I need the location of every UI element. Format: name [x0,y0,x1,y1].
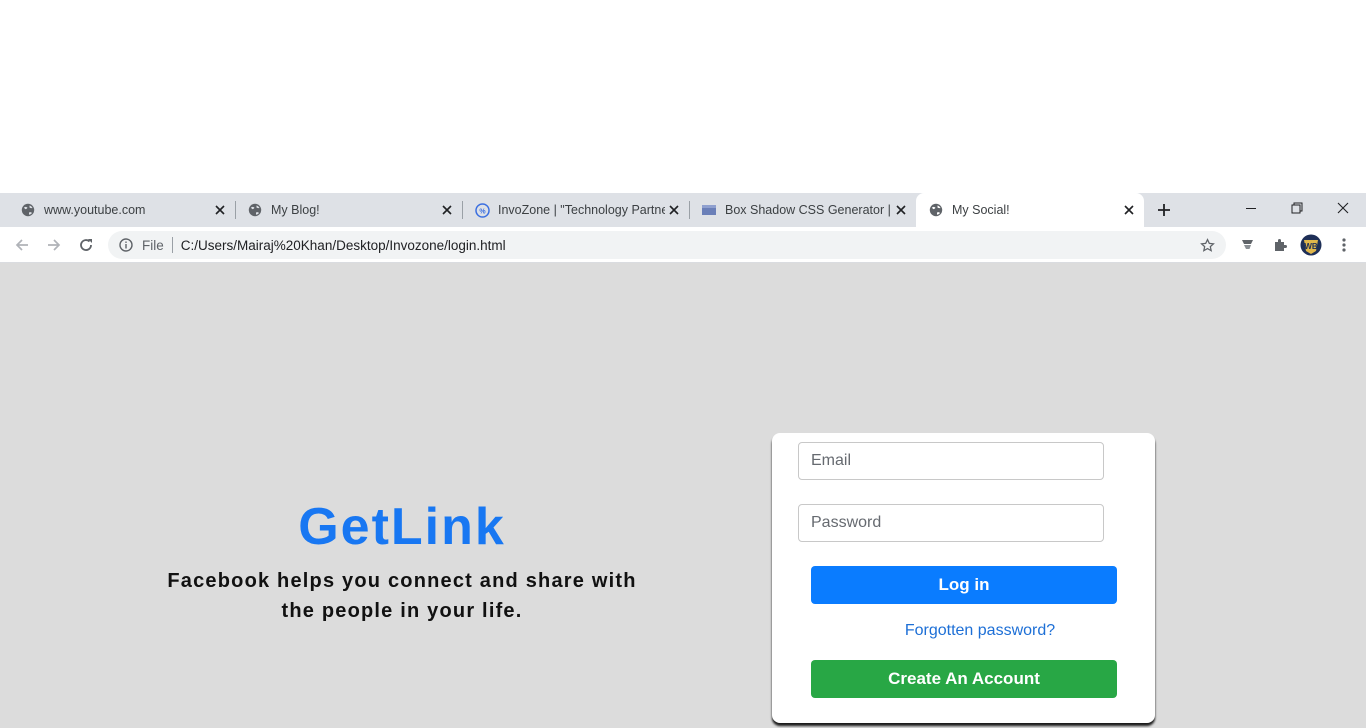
back-button[interactable] [11,234,33,256]
tab-title: My Blog! [271,203,320,217]
box-shadow-favicon-icon [701,202,717,218]
tab-title: My Social! [952,203,1010,217]
tagline: Facebook helps you connect and share wit… [167,570,637,622]
tab-invozone[interactable]: % InvoZone | "Technology Partner [454,193,689,227]
create-account-button[interactable]: Create An Account [811,660,1117,698]
url-text[interactable]: C:/Users/Mairaj%20Khan/Desktop/Invozone/… [181,238,1198,253]
forgot-password-link[interactable]: Forgotten password? [880,622,1080,640]
info-icon[interactable] [118,237,134,253]
address-divider [171,237,173,253]
forward-button[interactable] [43,234,65,256]
svg-text:WB: WB [1304,242,1318,251]
tab-close-icon[interactable] [892,201,910,219]
close-window-button[interactable] [1320,193,1366,223]
tab-separator [235,201,236,219]
password-field[interactable] [798,504,1104,542]
tab-separator [462,201,463,219]
globe-icon [20,202,36,218]
brand-logo-text: GetLink [298,498,506,556]
tab-title: Box Shadow CSS Generator | C [725,203,892,217]
reload-button[interactable] [75,234,97,256]
globe-icon [247,202,263,218]
email-field[interactable] [798,442,1104,480]
puzzle-extensions-icon[interactable] [1269,234,1291,256]
bookmark-star-icon[interactable] [1198,236,1216,254]
minimize-button[interactable] [1228,193,1274,223]
tab-my-blog[interactable]: My Blog! [227,193,462,227]
invozone-logo-icon: % [474,202,490,218]
restore-button[interactable] [1274,193,1320,223]
tab-box-shadow-generator[interactable]: Box Shadow CSS Generator | C [681,193,916,227]
tab-my-social[interactable]: My Social! [916,193,1144,227]
blank-area-above-browser [0,0,1366,193]
new-tab-button[interactable] [1153,199,1175,221]
extension-icon[interactable] [1237,234,1259,256]
browser-menu-icon[interactable] [1333,234,1355,256]
tab-youtube[interactable]: www.youtube.com [0,193,235,227]
tab-title: InvoZone | "Technology Partner [498,203,665,217]
address-bar[interactable]: File C:/Users/Mairaj%20Khan/Desktop/Invo… [108,231,1226,259]
tab-title: www.youtube.com [44,203,146,217]
globe-icon [928,202,944,218]
tab-close-icon[interactable] [1120,201,1138,219]
page-viewport [0,263,1366,728]
scheme-label: File [142,237,164,253]
tab-separator [689,201,690,219]
svg-text:%: % [479,208,486,215]
profile-avatar-icon[interactable]: WB [1300,234,1322,256]
login-button[interactable]: Log in [811,566,1117,604]
